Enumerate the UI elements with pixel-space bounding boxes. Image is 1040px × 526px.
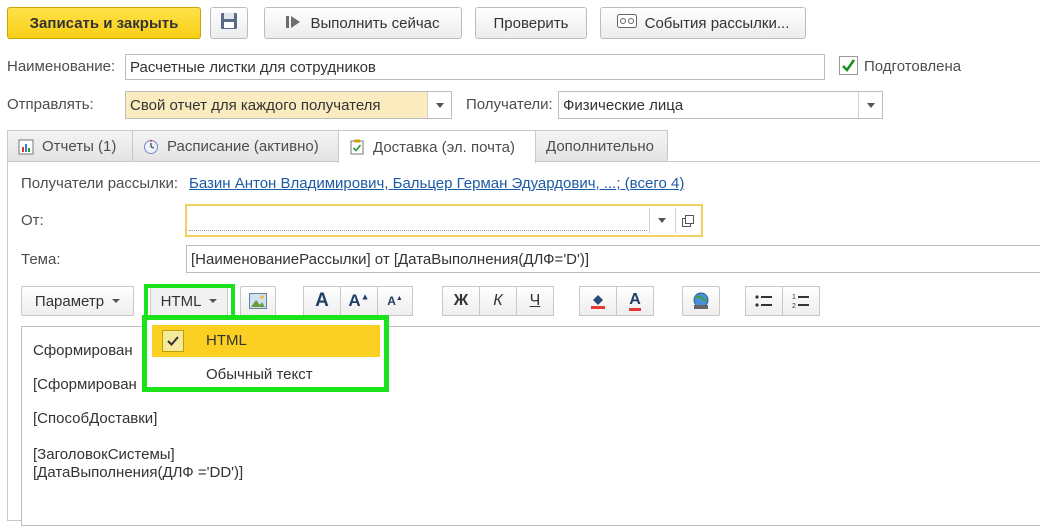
bulleted-list-icon <box>755 295 772 307</box>
globe-link-icon <box>693 292 709 309</box>
mailing-events-button[interactable]: События рассылки... <box>600 7 806 39</box>
tab-schedule[interactable]: Расписание (активно) <box>132 130 339 162</box>
floppy-disk-icon <box>220 12 238 34</box>
tab-reports[interactable]: Отчеты (1) <box>7 130 133 162</box>
bulleted-list-button[interactable] <box>745 286 783 316</box>
report-icon <box>18 139 34 155</box>
underline-button[interactable]: Ч <box>516 286 554 316</box>
from-input[interactable] <box>189 210 647 231</box>
font-decrease-icon: A▲ <box>387 294 403 308</box>
run-now-button[interactable]: Выполнить сейчас <box>264 7 462 39</box>
font-color-icon: A <box>629 291 641 311</box>
bold-button[interactable]: Ж <box>442 286 480 316</box>
tab-schedule-label: Расписание (активно) <box>167 138 319 155</box>
cassette-icon <box>616 14 637 32</box>
chevron-down-icon <box>657 218 666 223</box>
editor-line: Сформирован <box>33 342 133 359</box>
format-dropdown-menu: HTML Обычный текст <box>142 315 389 392</box>
send-value: Свой отчет для каждого получателя <box>130 96 381 114</box>
font-size-group: A A▲ A▲ <box>303 286 413 316</box>
format-menu-item-label: Обычный текст <box>206 366 313 383</box>
numbered-list-button[interactable]: 12 <box>782 286 820 316</box>
schedule-icon <box>143 139 159 155</box>
format-menu-item-plain-text[interactable]: Обычный текст <box>152 359 380 389</box>
play-icon <box>286 15 301 32</box>
chevron-down-icon <box>435 102 444 108</box>
save-button[interactable] <box>210 7 248 39</box>
send-label: Отправлять: <box>7 96 94 113</box>
send-select[interactable]: Свой отчет для каждого получателя <box>125 91 452 119</box>
open-button[interactable] <box>675 208 699 233</box>
italic-button[interactable]: К <box>479 286 517 316</box>
color-group: A <box>579 286 654 316</box>
font-color-button[interactable]: A <box>616 286 654 316</box>
subject-field[interactable]: [НаименованиеРассылки] от [ДатаВыполнени… <box>186 245 1040 273</box>
insert-picture-button[interactable] <box>240 286 276 316</box>
chevron-down-icon <box>112 299 121 303</box>
from-dropdown-button[interactable] <box>649 208 673 233</box>
font-size-normal-button[interactable]: A <box>303 286 341 316</box>
from-field[interactable] <box>185 204 703 237</box>
mailing-recipients-label: Получатели рассылки: <box>21 175 179 192</box>
from-label: От: <box>21 212 44 229</box>
format-menu-item-label: HTML <box>206 332 247 349</box>
tab-delivery-label: Доставка (эл. почта) <box>373 138 515 156</box>
send-dropdown-button[interactable] <box>427 92 451 118</box>
save-and-close-button[interactable]: Записать и закрыть <box>7 7 201 39</box>
svg-text:1: 1 <box>792 294 796 301</box>
save-and-close-label: Записать и закрыть <box>29 14 179 32</box>
numbered-list-icon: 12 <box>792 294 809 309</box>
parameter-label: Параметр <box>34 292 105 310</box>
picture-icon <box>249 293 267 309</box>
check-button[interactable]: Проверить <box>475 7 587 39</box>
name-field[interactable]: Расчетные листки для сотрудников <box>125 54 825 80</box>
bold-icon: Ж <box>453 292 469 309</box>
checkmark-icon <box>842 59 856 72</box>
italic-icon: К <box>493 292 503 309</box>
parameter-button[interactable]: Параметр <box>21 286 134 316</box>
run-now-label: Выполнить сейчас <box>310 14 440 32</box>
font-size-decrease-button[interactable]: A▲ <box>377 286 413 316</box>
editor-line: [ЗаголовокСистемы] <box>33 446 175 463</box>
name-label: Наименование: <box>7 58 116 75</box>
check-icon <box>162 330 184 352</box>
background-color-button[interactable] <box>579 286 617 316</box>
subject-label: Тема: <box>21 251 61 268</box>
prepared-label: Подготовлена <box>864 58 962 75</box>
format-menu-item-html[interactable]: HTML <box>152 325 380 357</box>
tab-reports-label: Отчеты (1) <box>42 138 117 155</box>
underline-icon: Ч <box>529 292 541 309</box>
prepared-checkbox[interactable] <box>839 56 858 75</box>
name-value: Расчетные листки для сотрудников <box>130 58 376 76</box>
chevron-down-icon <box>866 102 875 108</box>
fill-bucket-icon <box>591 295 605 309</box>
tab-additional-label: Дополнительно <box>546 138 654 155</box>
insert-link-button[interactable] <box>682 286 720 316</box>
recipients-select[interactable]: Физические лица <box>558 91 883 119</box>
list-group: 12 <box>745 286 820 316</box>
open-window-icon <box>681 214 694 227</box>
mailing-recipients-link[interactable]: Базин Антон Владимирович, Бальцер Герман… <box>189 175 684 192</box>
tab-delivery[interactable]: Доставка (эл. почта) <box>338 130 536 163</box>
mailing-events-label: События рассылки... <box>644 14 790 32</box>
svg-text:2: 2 <box>792 303 796 309</box>
recipients-dropdown-button[interactable] <box>858 92 882 118</box>
font-increase-icon: A▲ <box>348 291 370 310</box>
font-size-increase-button[interactable]: A▲ <box>340 286 378 316</box>
tab-additional[interactable]: Дополнительно <box>535 130 668 162</box>
recipients-value: Физические лица <box>563 96 684 114</box>
check-label: Проверить <box>493 14 569 32</box>
font-letter-icon: A <box>315 290 329 311</box>
recipients-label: Получатели: <box>466 96 553 113</box>
clipboard-icon <box>349 139 365 155</box>
editor-line: [Сформирован <box>33 376 137 393</box>
editor-line: [ДатаВыполнения(ДЛФ ='DD')] <box>33 464 244 481</box>
font-style-group: Ж К Ч <box>442 286 554 316</box>
editor-line: [СпособДоставки] <box>33 410 158 427</box>
subject-value: [НаименованиеРассылки] от [ДатаВыполнени… <box>191 250 590 268</box>
